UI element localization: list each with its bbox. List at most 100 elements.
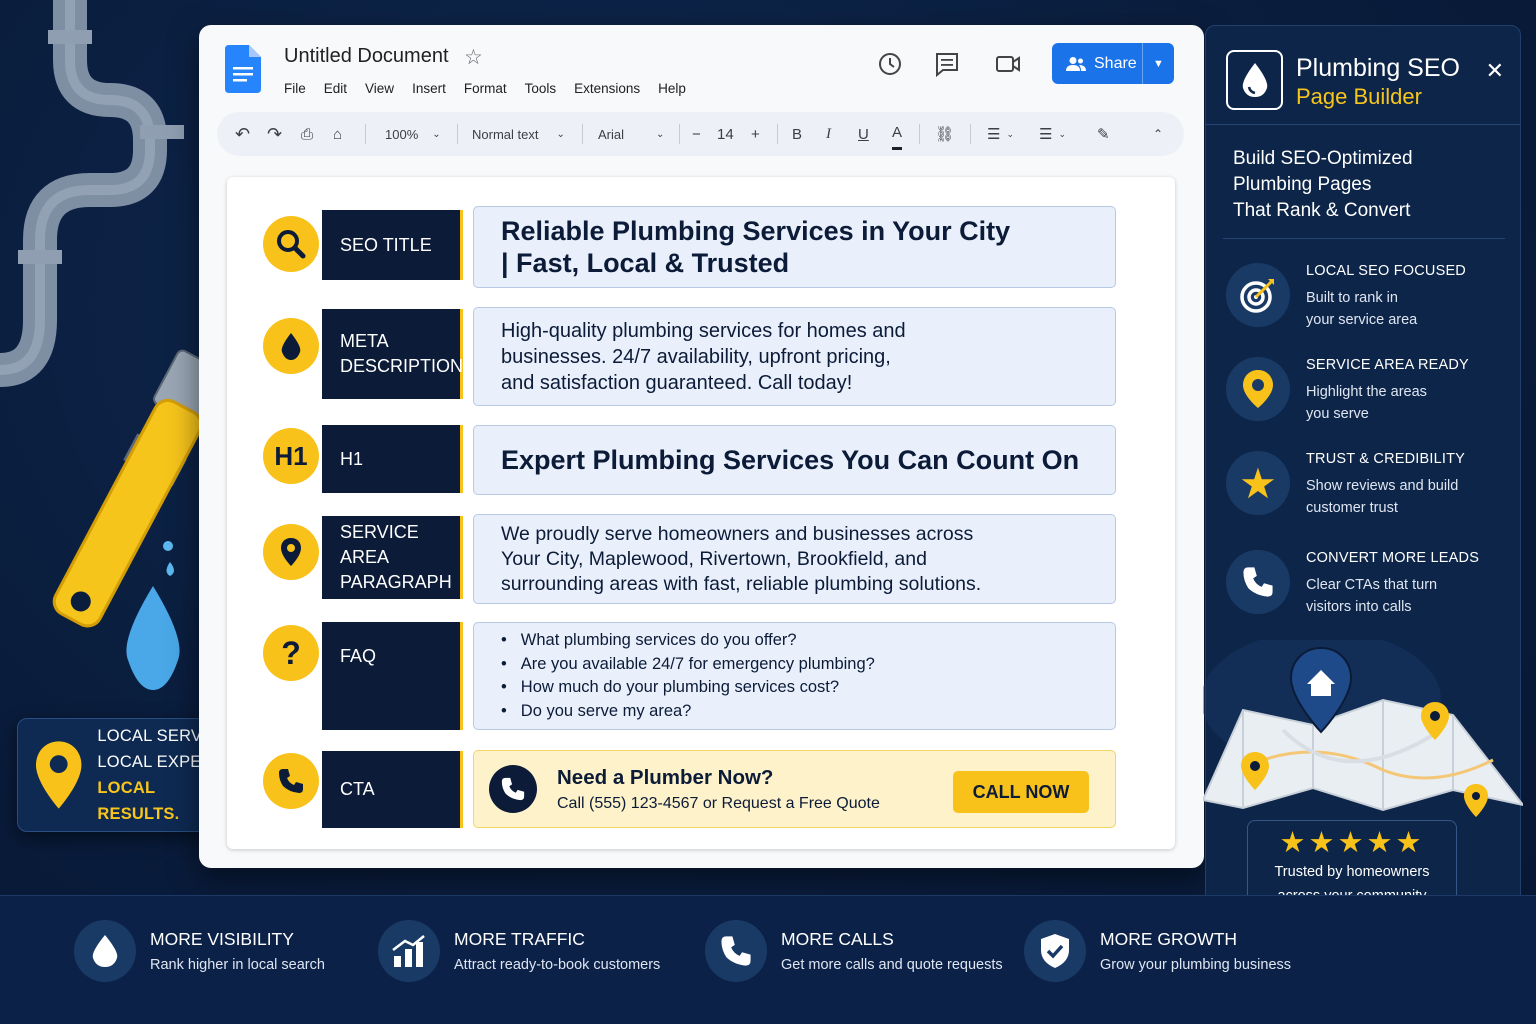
feature-title: LOCAL SEO FOCUSED bbox=[1306, 263, 1466, 279]
cta-label: CTA bbox=[322, 751, 463, 828]
target-icon bbox=[1226, 263, 1290, 327]
chart-icon bbox=[378, 920, 440, 982]
star-icon[interactable]: ☆ bbox=[464, 45, 483, 70]
italic-button[interactable]: I bbox=[826, 112, 831, 156]
cta-subtext: Call (555) 123-4567 or Request a Free Qu… bbox=[557, 794, 880, 812]
redo-icon[interactable]: ↷ bbox=[267, 112, 282, 156]
feature-title: TRUST & CREDIBILITY bbox=[1306, 451, 1466, 467]
h1-text: Expert Plumbing Services You Can Count O… bbox=[501, 444, 1080, 475]
document-title[interactable]: Untitled Document bbox=[284, 45, 449, 68]
wrench-icon bbox=[52, 349, 223, 628]
shield-check-icon bbox=[1024, 920, 1086, 982]
panel-title: Plumbing SEO bbox=[1296, 54, 1460, 82]
service-area-row: SERVICE AREA PARAGRAPH We proudly serve … bbox=[263, 514, 1118, 604]
map-pin-icon bbox=[263, 524, 319, 580]
bold-button[interactable]: B bbox=[792, 112, 802, 156]
seo-title-label: SEO TITLE bbox=[322, 210, 463, 280]
menu-edit[interactable]: Edit bbox=[324, 81, 347, 96]
map-illustration bbox=[1203, 640, 1523, 817]
phone-icon bbox=[263, 753, 319, 809]
panel-intro-line: That Rank & Convert bbox=[1233, 200, 1411, 221]
benefit-title: MORE CALLS bbox=[781, 929, 894, 949]
seo-title-row: SEO TITLE Reliable Plumbing Services in … bbox=[263, 206, 1118, 290]
docs-window: Untitled Document ☆ File Edit View Inser… bbox=[199, 25, 1204, 868]
service-area-line-2: Your City, Maplewood, Rivertown, Brookfi… bbox=[501, 547, 927, 570]
call-now-button[interactable]: CALL NOW bbox=[953, 771, 1089, 813]
rating-stars: ★★★★★ bbox=[1279, 827, 1425, 859]
style-select[interactable]: Normal text ⌄ bbox=[472, 112, 565, 156]
feature-desc: Highlight the areas you serve bbox=[1306, 384, 1427, 422]
feature-desc: Show reviews and build customer trust bbox=[1306, 478, 1459, 516]
faq-label: FAQ bbox=[322, 622, 463, 730]
video-call-icon[interactable] bbox=[994, 50, 1022, 78]
menu-file[interactable]: File bbox=[284, 81, 306, 96]
seo-builder-panel: Plumbing SEO Page Builder ✕ Build SEO-Op… bbox=[1203, 25, 1523, 923]
star-icon: ★ bbox=[1226, 451, 1290, 515]
docs-logo-icon[interactable] bbox=[225, 45, 261, 93]
menu-insert[interactable]: Insert bbox=[412, 81, 446, 96]
close-icon[interactable]: ✕ bbox=[1486, 58, 1504, 84]
water-drop-icon bbox=[74, 920, 136, 982]
h1-label: H1 bbox=[322, 425, 463, 493]
edit-pencil-icon[interactable]: ✎ bbox=[1097, 112, 1110, 156]
faq-item: How much do your plumbing services cost? bbox=[501, 676, 875, 700]
print-icon[interactable]: ⎙ bbox=[301, 112, 313, 156]
menu-help[interactable]: Help bbox=[658, 81, 686, 96]
benefits-bar: MORE VISIBILITY Rank higher in local sea… bbox=[0, 895, 1536, 1024]
share-dropdown-icon[interactable]: ▼ bbox=[1142, 43, 1174, 84]
font-size-input[interactable]: 14 bbox=[717, 112, 734, 156]
menu-format[interactable]: Format bbox=[464, 81, 507, 96]
formatting-toolbar: ↶ ↷ ⎙ ⌂ 100% ⌄ Normal text ⌄ Arial ⌄ − 14 +… bbox=[217, 112, 1184, 156]
decrease-font-button[interactable]: − bbox=[692, 112, 701, 156]
share-button[interactable]: Share ▼ bbox=[1052, 43, 1174, 84]
paint-format-icon[interactable]: ⌂ bbox=[333, 112, 342, 156]
increase-font-button[interactable]: + bbox=[751, 112, 760, 156]
benefit-title: MORE GROWTH bbox=[1100, 929, 1238, 949]
menu-tools[interactable]: Tools bbox=[525, 81, 557, 96]
menu-extensions[interactable]: Extensions bbox=[574, 81, 640, 96]
faq-item: Are you available 24/7 for emergency plu… bbox=[501, 653, 875, 677]
water-drop-icon bbox=[263, 318, 319, 374]
meta-line-3: and satisfaction guaranteed. Call today! bbox=[501, 371, 853, 394]
h1-content[interactable]: Expert Plumbing Services You Can Count O… bbox=[473, 425, 1116, 495]
undo-icon[interactable]: ↶ bbox=[235, 112, 250, 156]
h1-row: H1 H1 Expert Plumbing Services You Can C… bbox=[263, 425, 1118, 495]
panel-intro-line: Plumbing Pages bbox=[1233, 174, 1372, 195]
cta-content[interactable]: Need a Plumber Now? Call (555) 123-4567 … bbox=[473, 750, 1116, 828]
faq-row: ? FAQ What plumbing services do you offe… bbox=[263, 622, 1118, 732]
numbered-list-icon[interactable]: ☰ ⌄ bbox=[1039, 112, 1066, 156]
phone-icon bbox=[705, 920, 767, 982]
feature-title: CONVERT MORE LEADS bbox=[1306, 550, 1480, 566]
feature-desc: Clear CTAs that turn visitors into calls bbox=[1306, 577, 1438, 615]
question-icon: ? bbox=[263, 625, 319, 681]
meta-description-content[interactable]: High-quality plumbing services for homes… bbox=[473, 307, 1116, 406]
faq-content[interactable]: What plumbing services do you offer? Are… bbox=[473, 622, 1116, 730]
benefit-desc: Rank higher in local search bbox=[150, 957, 325, 973]
seo-title-content[interactable]: Reliable Plumbing Services in Your City … bbox=[473, 206, 1116, 288]
meta-line-1: High-quality plumbing services for homes… bbox=[501, 319, 906, 342]
panel-intro-line: Build SEO-Optimized bbox=[1233, 148, 1413, 169]
benefit-desc: Attract ready-to-book customers bbox=[454, 957, 661, 973]
font-select[interactable]: Arial ⌄ bbox=[598, 112, 664, 156]
share-label: Share bbox=[1094, 54, 1137, 72]
text-color-button[interactable]: A bbox=[892, 118, 903, 150]
zoom-select[interactable]: 100% ⌄ bbox=[385, 112, 441, 156]
benefit-title: MORE VISIBILITY bbox=[150, 929, 294, 949]
document-page[interactable]: SEO TITLE Reliable Plumbing Services in … bbox=[227, 177, 1175, 849]
faq-list: What plumbing services do you offer? Are… bbox=[501, 629, 875, 723]
link-icon[interactable]: ⛓ bbox=[935, 112, 954, 156]
underline-button[interactable]: U bbox=[858, 112, 869, 156]
collapse-toolbar-icon[interactable]: ⌃ bbox=[1153, 112, 1163, 156]
menu-view[interactable]: View bbox=[365, 81, 394, 96]
meta-description-label: META DESCRIPTION bbox=[322, 309, 463, 399]
benefit-title: MORE TRAFFIC bbox=[454, 929, 585, 949]
bulleted-list-icon[interactable]: ☰ ⌄ bbox=[987, 112, 1014, 156]
phone-icon bbox=[1226, 550, 1290, 614]
service-area-line-3: surrounding areas with fast, reliable pl… bbox=[501, 572, 982, 595]
service-area-label: SERVICE AREA PARAGRAPH bbox=[322, 516, 463, 599]
comment-icon[interactable] bbox=[933, 50, 961, 78]
cta-heading: Need a Plumber Now? bbox=[557, 765, 774, 789]
menu-bar: File Edit View Insert Format Tools Exten… bbox=[284, 81, 704, 96]
service-area-content[interactable]: We proudly serve homeowners and business… bbox=[473, 514, 1116, 604]
history-icon[interactable] bbox=[876, 50, 904, 78]
